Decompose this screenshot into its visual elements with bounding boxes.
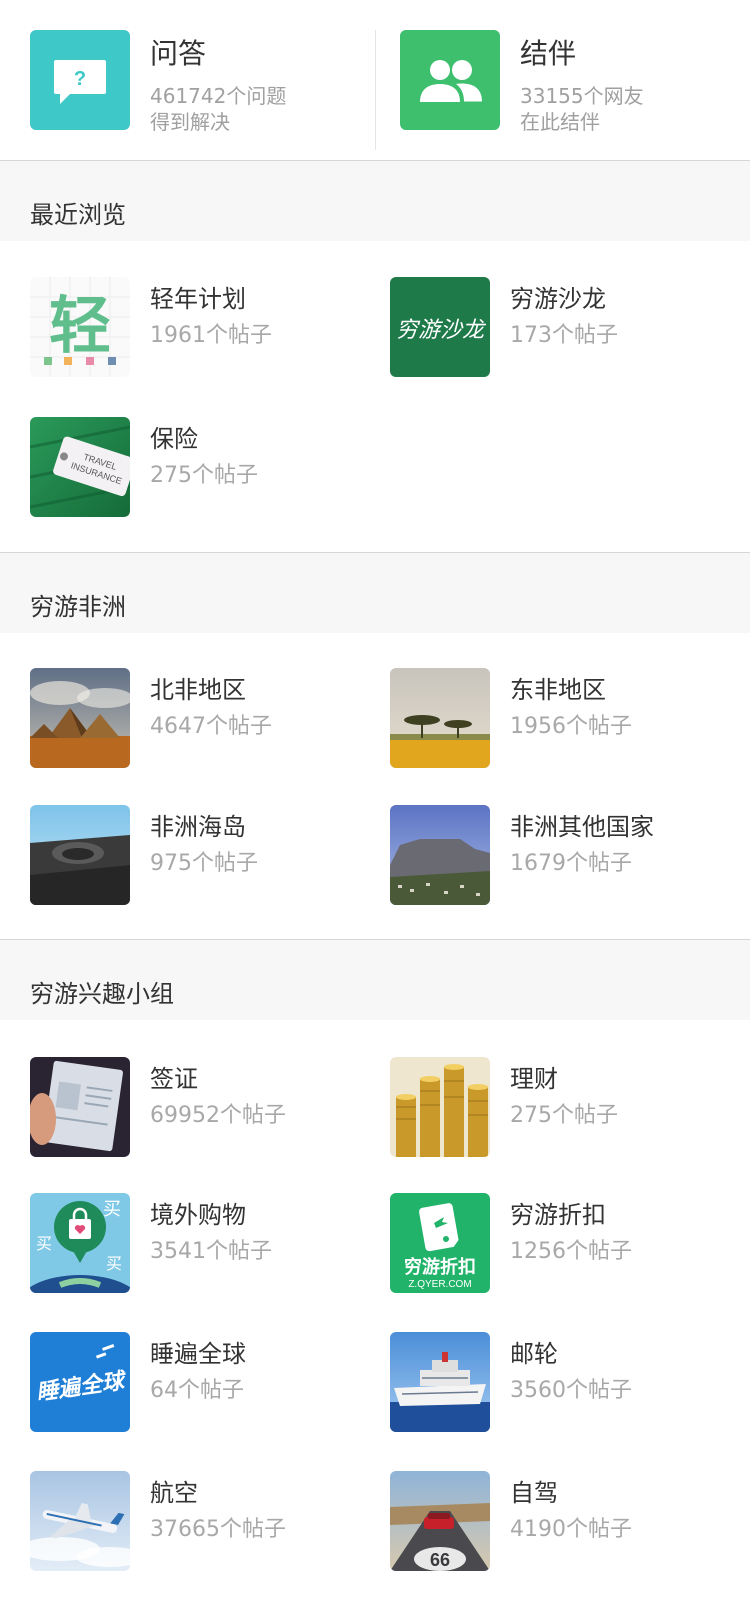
forum-name: 东非地区 xyxy=(510,676,606,704)
forum-post-count: 69952个帖子 xyxy=(150,1103,286,1128)
forum-name: 邮轮 xyxy=(510,1340,558,1368)
qa-count: 461742个问题 xyxy=(150,84,287,108)
section-header-interest-groups: 穷游兴趣小组 xyxy=(0,940,750,1020)
forum-post-count: 1256个帖子 xyxy=(510,1239,632,1264)
forum-item-finance[interactable]: 理财 275个帖子 xyxy=(390,1057,750,1157)
cruise-ship-photo xyxy=(390,1332,490,1432)
forum-item-self-drive[interactable]: 66 自驾 4190个帖子 xyxy=(390,1471,750,1571)
forum-name: 非洲其他国家 xyxy=(510,813,654,841)
forum-item-north-africa[interactable]: 北非地区 4647个帖子 xyxy=(30,668,390,768)
shopping-logo: 买 买 买 xyxy=(30,1193,130,1293)
forum-post-count: 275个帖子 xyxy=(150,463,258,488)
qa-subtitle: 得到解决 xyxy=(150,110,230,134)
svg-text:买: 买 xyxy=(103,1199,121,1220)
forum-post-count: 173个帖子 xyxy=(510,323,618,348)
forum-item-salon[interactable]: 穷游沙龙 穷游沙龙 173个帖子 xyxy=(390,277,750,377)
forum-post-count: 975个帖子 xyxy=(150,851,258,876)
svg-text:穷游沙龙: 穷游沙龙 xyxy=(396,318,487,343)
forum-name: 穷游沙龙 xyxy=(510,285,606,313)
table-mountain-photo xyxy=(390,805,490,905)
forum-item-cruise[interactable]: 邮轮 3560个帖子 xyxy=(390,1332,750,1432)
section-header-africa: 穷游非洲 xyxy=(0,553,750,633)
forum-post-count: 64个帖子 xyxy=(150,1378,244,1403)
section-title: 穷游非洲 xyxy=(30,593,126,621)
forum-item-other-african-countries[interactable]: 非洲其他国家 1679个帖子 xyxy=(390,805,750,905)
pyramids-photo xyxy=(30,668,130,768)
airplane-photo xyxy=(30,1471,130,1571)
forum-name: 轻年计划 xyxy=(150,285,246,313)
youth-plan-logo: 轻 xyxy=(30,277,130,377)
forum-name: 保险 xyxy=(150,425,198,453)
forum-item-aviation[interactable]: 航空 37665个帖子 xyxy=(30,1471,390,1571)
question-bubble-icon: ? xyxy=(30,30,130,130)
forum-item-african-islands[interactable]: 非洲海岛 975个帖子 xyxy=(30,805,390,905)
svg-text:买: 买 xyxy=(36,1234,52,1253)
section-title: 穷游兴趣小组 xyxy=(30,980,174,1008)
svg-text:穷游折扣: 穷游折扣 xyxy=(404,1256,476,1278)
svg-text:买: 买 xyxy=(106,1254,122,1273)
forum-post-count: 1956个帖子 xyxy=(510,714,632,739)
forum-name: 自驾 xyxy=(510,1479,558,1507)
companion-entry[interactable]: 结伴 33155个网友 在此结伴 xyxy=(400,30,730,134)
forum-name: 签证 xyxy=(150,1065,198,1093)
coins-photo xyxy=(390,1057,490,1157)
forum-post-count: 4190个帖子 xyxy=(510,1517,632,1542)
forum-item-insurance[interactable]: TRAVEL INSURANCE 保险 275个帖子 xyxy=(30,417,390,517)
people-icon xyxy=(400,30,500,130)
insurance-photo: TRAVEL INSURANCE xyxy=(30,417,130,517)
forum-item-visa[interactable]: 签证 69952个帖子 xyxy=(30,1057,390,1157)
forum-post-count: 275个帖子 xyxy=(510,1103,618,1128)
companion-count: 33155个网友 xyxy=(520,84,644,108)
svg-text:?: ? xyxy=(74,68,86,90)
svg-text:66: 66 xyxy=(430,1550,450,1570)
forum-post-count: 37665个帖子 xyxy=(150,1517,286,1542)
section-title: 最近浏览 xyxy=(30,201,126,229)
forum-name: 理财 xyxy=(510,1065,558,1093)
qa-entry[interactable]: ? 问答 461742个问题 得到解决 xyxy=(30,30,360,134)
forum-post-count: 4647个帖子 xyxy=(150,714,272,739)
volcano-photo xyxy=(30,805,130,905)
forum-name: 穷游折扣 xyxy=(510,1201,606,1229)
companion-title: 结伴 xyxy=(520,37,577,70)
forum-item-youth-plan[interactable]: 轻 轻年计划 1961个帖子 xyxy=(30,277,390,377)
forum-item-discounts[interactable]: 穷游折扣 Z.QYER.COM 穷游折扣 1256个帖子 xyxy=(390,1193,750,1293)
salon-logo: 穷游沙龙 xyxy=(390,277,490,377)
forum-item-east-africa[interactable]: 东非地区 1956个帖子 xyxy=(390,668,750,768)
route-66-photo: 66 xyxy=(390,1471,490,1571)
svg-text:轻: 轻 xyxy=(49,289,111,362)
top-entry-bar: ? 问答 461742个问题 得到解决 结伴 33155个网友 在此结伴 xyxy=(0,0,750,162)
savanna-photo xyxy=(390,668,490,768)
forum-name: 航空 xyxy=(150,1479,198,1507)
forum-post-count: 1961个帖子 xyxy=(150,323,272,348)
forum-post-count: 3560个帖子 xyxy=(510,1378,632,1403)
companion-subtitle: 在此结伴 xyxy=(520,110,600,134)
visa-photo xyxy=(30,1057,130,1157)
forum-post-count: 1679个帖子 xyxy=(510,851,632,876)
forum-post-count: 3541个帖子 xyxy=(150,1239,272,1264)
section-header-recent: 最近浏览 xyxy=(0,161,750,241)
forum-name: 非洲海岛 xyxy=(150,813,246,841)
forum-name: 境外购物 xyxy=(150,1201,246,1229)
forum-name: 睡遍全球 xyxy=(150,1340,246,1368)
qa-title: 问答 xyxy=(150,37,207,70)
forum-item-sleep-around-world[interactable]: 睡遍全球 睡遍全球 64个帖子 xyxy=(30,1332,390,1432)
forum-name: 北非地区 xyxy=(150,676,246,704)
sleep-around-logo: 睡遍全球 xyxy=(30,1332,130,1432)
top-divider xyxy=(375,30,376,150)
forum-item-overseas-shopping[interactable]: 买 买 买 境外购物 3541个帖子 xyxy=(30,1193,390,1293)
discount-logo: 穷游折扣 Z.QYER.COM xyxy=(390,1193,490,1293)
svg-text:Z.QYER.COM: Z.QYER.COM xyxy=(408,1279,471,1290)
